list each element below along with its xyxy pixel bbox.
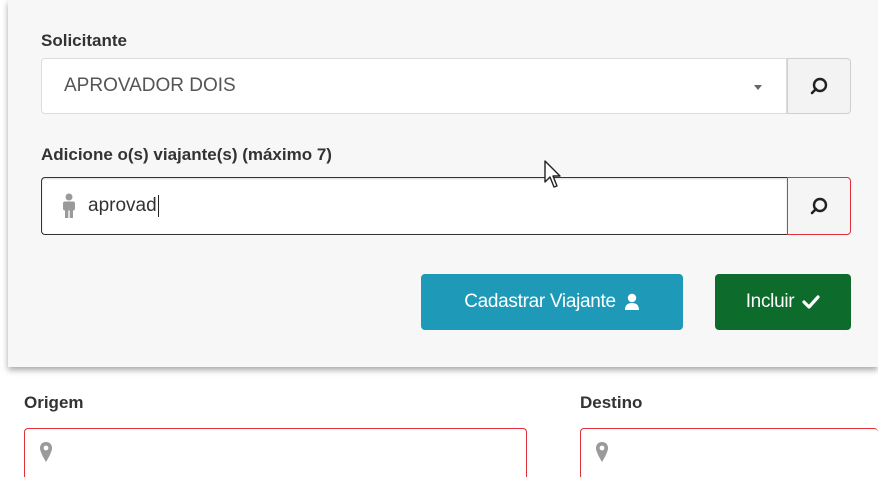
text-caret — [157, 195, 160, 217]
origin-input[interactable] — [24, 428, 527, 477]
user-icon — [624, 293, 639, 310]
traveler-search-button[interactable] — [787, 177, 851, 235]
map-marker-icon — [40, 442, 52, 462]
requester-label: Solicitante — [41, 31, 127, 50]
traveler-search-input[interactable]: aprovad — [41, 177, 787, 235]
map-marker-icon — [596, 442, 608, 462]
include-label: Incluir — [745, 291, 795, 312]
include-button[interactable]: Incluir — [715, 274, 851, 330]
caret-down-icon — [754, 85, 762, 90]
requester-selected-value: APROVADOR DOIS — [64, 75, 236, 96]
traveler-panel: Solicitante APROVADOR DOIS Adicione o(s)… — [8, 0, 878, 367]
traveler-input-value: aprovad — [88, 195, 157, 216]
search-icon — [810, 197, 828, 215]
destination-label: Destino — [580, 393, 643, 412]
requester-select[interactable]: APROVADOR DOIS — [41, 58, 787, 114]
travelers-label: Adicione o(s) viajante(s) (máximo 7) — [41, 145, 332, 164]
destination-input[interactable] — [580, 428, 878, 477]
register-traveler-button[interactable]: Cadastrar Viajante — [421, 274, 683, 330]
check-icon — [802, 295, 820, 309]
mouse-pointer-icon — [544, 160, 561, 188]
person-icon — [63, 193, 75, 218]
register-traveler-label: Cadastrar Viajante — [464, 291, 616, 312]
search-icon — [810, 77, 828, 95]
requester-search-button[interactable] — [787, 58, 851, 114]
origin-label: Origem — [24, 393, 84, 412]
